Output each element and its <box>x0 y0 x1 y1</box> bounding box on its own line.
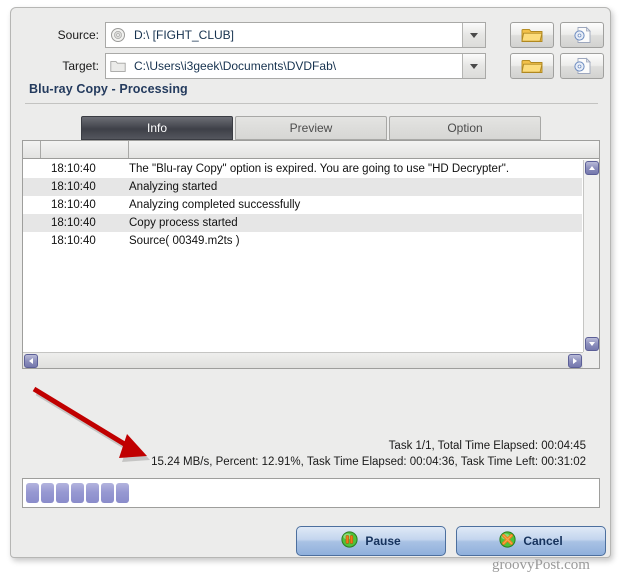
progress-bar <box>22 478 600 508</box>
progress-chunk <box>41 483 54 503</box>
log-row-time: 18:10:40 <box>51 217 96 229</box>
tab-preview[interactable]: Preview <box>235 116 387 140</box>
disc-icon <box>106 23 130 47</box>
source-row: Source: D:\ [FIGHT_CLUB] <box>11 22 610 48</box>
watermark: groovyPost.com <box>492 557 590 573</box>
progress-chunks <box>26 483 596 503</box>
tab-info[interactable]: Info <box>81 116 233 140</box>
pause-button[interactable]: Pause <box>296 526 446 556</box>
log-row-time: 18:10:40 <box>51 199 96 211</box>
pause-button-label: Pause <box>365 534 401 548</box>
log-column-header-message[interactable] <box>129 141 599 158</box>
source-value: D:\ [FIGHT_CLUB] <box>134 28 235 42</box>
chevron-down-icon <box>470 63 478 69</box>
target-combobox[interactable]: C:\Users\i3geek\Documents\DVDFab\ <box>105 53 486 79</box>
log-row-list: 18:10:40 The "Blu-ray Copy" option is ex… <box>23 160 582 351</box>
log-horizontal-scrollbar[interactable] <box>23 352 583 368</box>
progress-chunk <box>101 483 114 503</box>
progress-chunk <box>26 483 39 503</box>
source-dropdown-button[interactable] <box>462 23 485 47</box>
log-row-message: Analyzing started <box>129 181 218 193</box>
arrow-right-icon <box>573 358 577 364</box>
table-row[interactable]: 18:10:40 Analyzing started <box>23 178 582 196</box>
log-panel: 18:10:40 The "Blu-ray Copy" option is ex… <box>22 140 600 369</box>
page-title: Blu-ray Copy - Processing <box>29 82 188 96</box>
table-row[interactable]: 18:10:40 The "Blu-ray Copy" option is ex… <box>23 160 582 178</box>
tab-option[interactable]: Option <box>389 116 541 140</box>
arrow-left-icon <box>29 358 33 364</box>
scroll-down-button[interactable] <box>585 337 599 351</box>
log-row-time: 18:10:40 <box>51 235 96 247</box>
log-vertical-scrollbar[interactable] <box>583 160 599 352</box>
progress-chunk <box>56 483 69 503</box>
table-row[interactable]: 18:10:40 Analyzing completed successfull… <box>23 196 582 214</box>
log-row-message: Copy process started <box>129 217 238 229</box>
target-label: Target: <box>62 59 99 73</box>
target-browse-button[interactable] <box>510 53 554 79</box>
table-row[interactable]: 18:10:40 Source( 00349.m2ts ) <box>23 232 582 250</box>
log-column-header-time[interactable] <box>41 141 129 158</box>
folder-icon <box>521 28 543 42</box>
folder-icon <box>106 54 130 78</box>
log-column-header-icon[interactable] <box>23 141 41 158</box>
arrow-up-icon <box>589 166 595 170</box>
folder-icon <box>521 59 543 73</box>
table-row[interactable]: 18:10:40 Copy process started <box>23 214 582 232</box>
log-row-time: 18:10:40 <box>51 163 96 175</box>
log-column-headers <box>23 141 599 159</box>
status-line-task: Task 1/1, Total Time Elapsed: 00:04:45 <box>388 440 586 452</box>
log-row-message: The "Blu-ray Copy" option is expired. Yo… <box>129 163 510 175</box>
annotation-arrow <box>31 386 171 481</box>
disc-file-icon <box>574 57 591 74</box>
target-disc-info-button[interactable] <box>560 53 604 79</box>
progress-chunk <box>116 483 129 503</box>
progress-chunk <box>71 483 84 503</box>
tab-bar: Info Preview Option <box>81 116 541 140</box>
arrow-down-icon <box>589 342 595 346</box>
scroll-up-button[interactable] <box>585 161 599 175</box>
log-row-time: 18:10:40 <box>51 181 96 193</box>
chevron-down-icon <box>470 32 478 38</box>
source-combobox[interactable]: D:\ [FIGHT_CLUB] <box>105 22 486 48</box>
scrollbar-corner <box>583 352 599 368</box>
scroll-right-button[interactable] <box>568 354 582 368</box>
source-disc-info-button[interactable] <box>560 22 604 48</box>
log-row-message: Source( 00349.m2ts ) <box>129 235 240 247</box>
cancel-circle-icon <box>499 531 516 551</box>
processing-dialog: Source: D:\ [FIGHT_CLUB] Target: C:\User… <box>10 7 611 558</box>
cancel-button-label: Cancel <box>523 534 563 548</box>
source-browse-button[interactable] <box>510 22 554 48</box>
scroll-left-button[interactable] <box>24 354 38 368</box>
disc-file-icon <box>574 26 591 43</box>
title-divider <box>25 103 598 104</box>
target-dropdown-button[interactable] <box>462 54 485 78</box>
status-text: Task 1/1, Total Time Elapsed: 00:04:45 1… <box>151 438 586 470</box>
cancel-button[interactable]: Cancel <box>456 526 606 556</box>
progress-chunk <box>86 483 99 503</box>
source-label: Source: <box>57 28 99 42</box>
target-value: C:\Users\i3geek\Documents\DVDFab\ <box>134 59 337 73</box>
log-row-message: Analyzing completed successfully <box>129 199 301 211</box>
pause-circle-icon <box>341 531 358 551</box>
status-line-speed: 15.24 MB/s, Percent: 12.91%, Task Time E… <box>151 456 586 468</box>
target-row: Target: C:\Users\i3geek\Documents\DVDFab… <box>11 53 610 79</box>
